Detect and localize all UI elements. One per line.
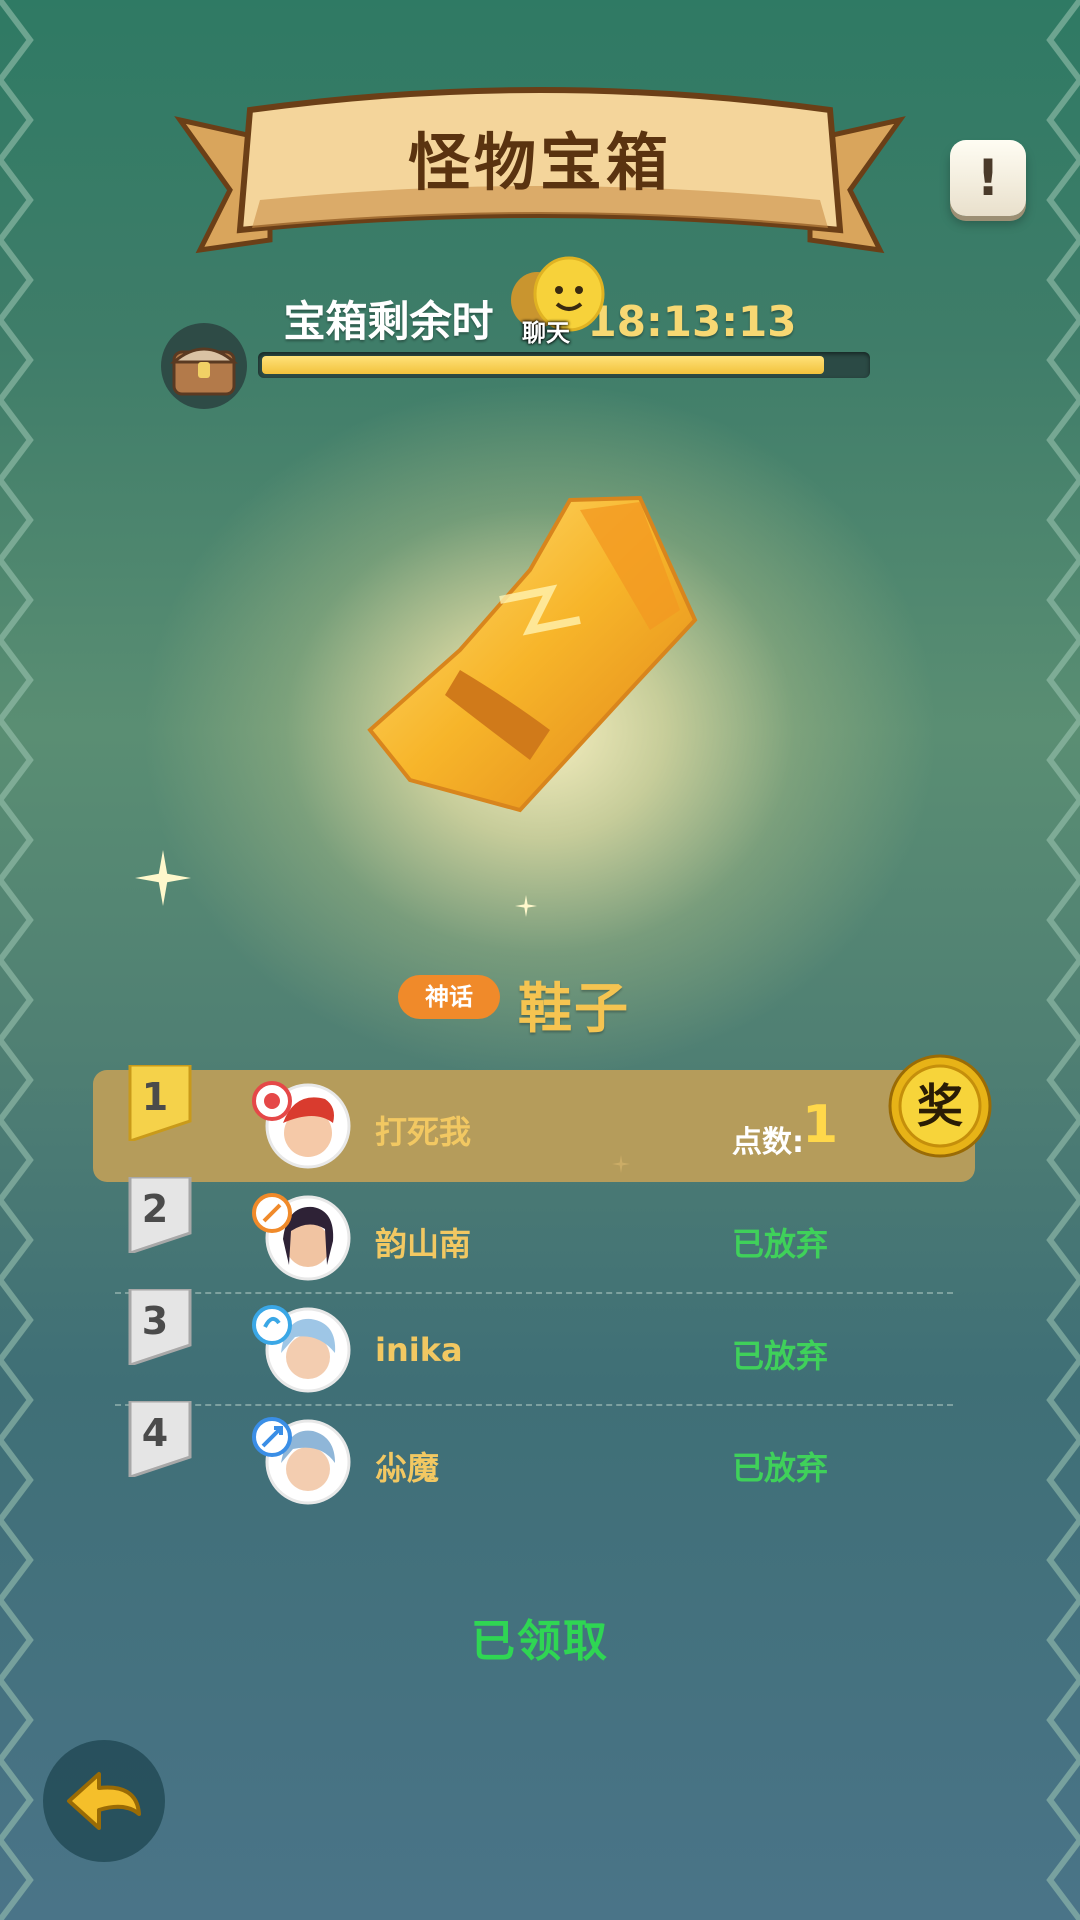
player-name: 尛魔 <box>375 1449 440 1487</box>
info-button[interactable]: ! <box>950 140 1026 216</box>
back-button[interactable] <box>43 1740 165 1862</box>
page-title: 怪物宝箱 <box>407 126 672 199</box>
rank-number: 4 <box>141 1411 169 1455</box>
timer-value: 18:13:13 <box>587 297 797 346</box>
player-name: 打死我 <box>375 1113 472 1151</box>
timer-label: 宝箱剩余时 <box>283 297 494 346</box>
ranking-row[interactable]: 2 韵山南 已放弃 <box>0 1177 1080 1289</box>
player-name: 韵山南 <box>375 1225 472 1263</box>
points-label: 点数: <box>732 1125 804 1160</box>
timer-progress-bar <box>258 352 870 378</box>
back-arrow-icon <box>67 1772 141 1830</box>
reward-coin-icon[interactable]: 奖 <box>888 1054 992 1158</box>
item-name: 鞋子 <box>518 977 630 1040</box>
player-status: 已放弃 <box>732 1337 829 1375</box>
player-name: inika <box>375 1331 463 1369</box>
claimed-status: 已领取 <box>471 1616 609 1667</box>
points-value: 1 <box>802 1095 839 1155</box>
exclamation-icon: ! <box>976 149 1000 207</box>
rank-number: 3 <box>141 1299 169 1343</box>
player-status: 已放弃 <box>732 1225 829 1263</box>
class-badge-icon <box>252 1193 292 1233</box>
golden-boot-icon <box>367 495 698 813</box>
timer-progress-fill <box>262 356 824 374</box>
class-badge-icon <box>252 1081 292 1121</box>
class-badge-icon <box>252 1305 292 1345</box>
game-screen: 怪物宝箱 ! 宝箱剩余时 18:13:13 聊天 神话 鞋子 1 打死我 点数:… <box>0 0 1080 1920</box>
rarity-badge: 神话 <box>398 975 500 1019</box>
treasure-chest-icon <box>161 323 247 409</box>
ranking-row[interactable]: 4 尛魔 已放弃 <box>0 1401 1080 1513</box>
sparkle-icon <box>135 850 191 906</box>
rank-number: 2 <box>141 1187 169 1231</box>
player-status: 已放弃 <box>732 1449 829 1487</box>
class-badge-icon <box>252 1417 292 1457</box>
sparkle-icon <box>515 895 537 917</box>
reward-coin-label: 奖 <box>917 1079 963 1133</box>
chat-label[interactable]: 聊天 <box>522 313 570 348</box>
ranking-row[interactable]: 3 inika 已放弃 <box>0 1289 1080 1401</box>
rank-number: 1 <box>141 1075 169 1119</box>
